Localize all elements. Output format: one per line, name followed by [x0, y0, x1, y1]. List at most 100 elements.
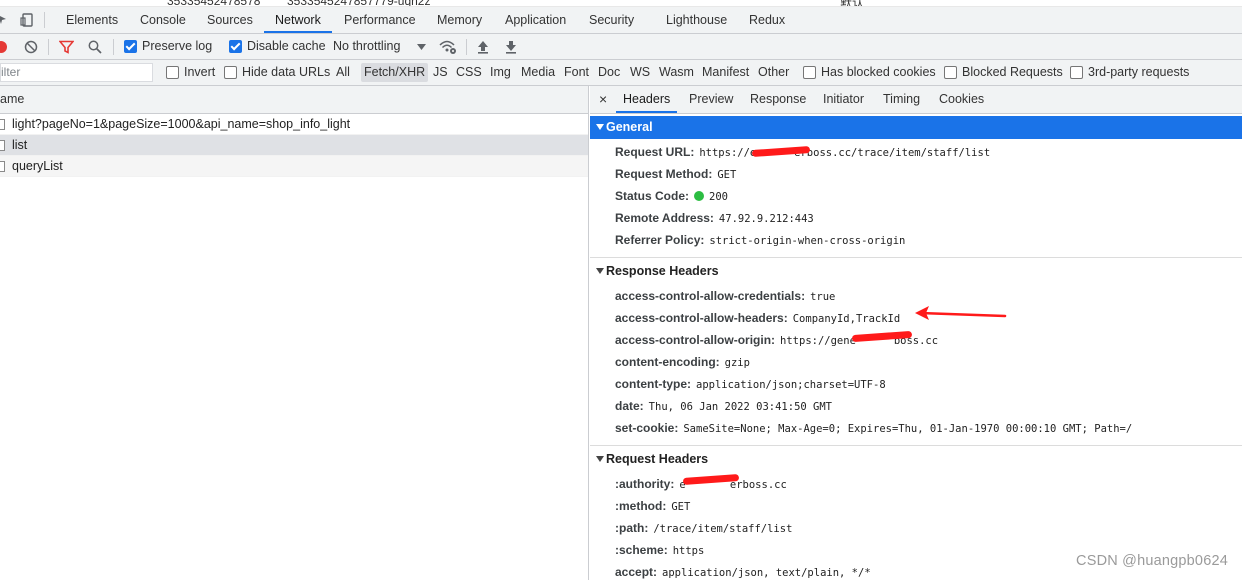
- header-value: /trace/item/staff/list: [653, 523, 793, 535]
- tab-sources[interactable]: Sources: [207, 7, 253, 33]
- type-filter-other[interactable]: Other: [758, 60, 789, 85]
- inspect-element-icon[interactable]: [0, 13, 10, 27]
- top-cell: 35335452478578: [167, 0, 261, 7]
- export-har-icon[interactable]: [505, 40, 517, 54]
- tab-network[interactable]: Network: [264, 7, 332, 33]
- header-value: SameSite=None; Max-Age=0; Expires=Thu, 0…: [683, 423, 1133, 435]
- header-value: strict-origin-when-cross-origin: [709, 235, 906, 247]
- header-value: https://e erboss.cc/trace/item/staff/lis…: [699, 147, 991, 159]
- header-key: Remote Address:: [615, 211, 714, 225]
- header-key: :scheme:: [615, 543, 668, 557]
- request-row-selected[interactable]: list: [0, 135, 588, 156]
- type-filter-js[interactable]: JS: [433, 60, 448, 85]
- disable-cache-checkbox[interactable]: [229, 40, 242, 53]
- type-filter-all[interactable]: All: [336, 60, 350, 85]
- header-row: Status Code: 200: [590, 185, 1242, 207]
- header-value: true: [810, 291, 836, 303]
- type-filter-manifest[interactable]: Manifest: [702, 60, 749, 85]
- type-filter-media[interactable]: Media: [521, 60, 555, 85]
- throttling-select[interactable]: No throttling: [333, 34, 400, 59]
- third-party-requests-label[interactable]: 3rd-party requests: [1088, 60, 1189, 85]
- tab-security[interactable]: Security: [589, 7, 634, 33]
- header-value: Thu, 06 Jan 2022 03:41:50 GMT: [648, 401, 832, 413]
- type-filter-font[interactable]: Font: [564, 60, 589, 85]
- network-conditions-icon[interactable]: [439, 39, 457, 55]
- header-key: set-cookie:: [615, 421, 679, 435]
- expand-triangle-icon: [596, 456, 604, 462]
- tab-lighthouse[interactable]: Lighthouse: [666, 7, 727, 33]
- record-icon[interactable]: [0, 41, 7, 53]
- request-headers-section-header[interactable]: Request Headers: [590, 448, 1242, 471]
- tab-cookies[interactable]: Cookies: [939, 86, 984, 113]
- general-section-header[interactable]: General: [590, 116, 1242, 139]
- request-row[interactable]: light?pageNo=1&pageSize=1000&api_name=sh…: [0, 114, 588, 135]
- header-value: 200: [709, 191, 728, 203]
- tab-initiator[interactable]: Initiator: [823, 86, 864, 113]
- invert-label[interactable]: Invert: [184, 60, 215, 85]
- tab-timing[interactable]: Timing: [883, 86, 920, 113]
- device-toolbar-icon[interactable]: [20, 13, 34, 27]
- request-name: queryList: [12, 159, 63, 173]
- header-value: GET: [717, 169, 737, 181]
- hide-data-urls-label[interactable]: Hide data URLs: [242, 60, 330, 85]
- search-icon[interactable]: [88, 40, 102, 54]
- header-row: content-encoding: gzip: [590, 351, 1242, 373]
- preserve-log-checkbox[interactable]: [124, 40, 137, 53]
- disable-cache-label[interactable]: Disable cache: [247, 34, 326, 59]
- tab-performance[interactable]: Performance: [344, 7, 416, 33]
- clear-icon[interactable]: [24, 40, 38, 54]
- request-details: × Headers Preview Response Initiator Tim…: [590, 86, 1242, 580]
- type-filter-doc[interactable]: Doc: [598, 60, 620, 85]
- import-har-icon[interactable]: [477, 40, 489, 54]
- section-title: General: [606, 120, 653, 134]
- response-headers-section-header[interactable]: Response Headers: [590, 260, 1242, 283]
- request-list: ame light?pageNo=1&pageSize=1000&api_nam…: [0, 86, 589, 580]
- type-filter-wasm[interactable]: Wasm: [659, 60, 694, 85]
- third-party-requests-checkbox[interactable]: [1070, 66, 1083, 79]
- divider: [590, 445, 1242, 446]
- request-name: light?pageNo=1&pageSize=1000&api_name=sh…: [12, 117, 351, 131]
- expand-triangle-icon: [596, 268, 604, 274]
- hide-data-urls-checkbox[interactable]: [224, 66, 237, 79]
- header-key: content-encoding:: [615, 355, 720, 369]
- tab-headers[interactable]: Headers: [616, 86, 678, 113]
- type-filter-fetch-xhr[interactable]: Fetch/XHR: [361, 63, 429, 82]
- header-value: https: [672, 545, 705, 557]
- header-key: Request URL:: [615, 145, 695, 159]
- tab-redux[interactable]: Redux: [749, 7, 785, 33]
- filter-input[interactable]: ilter: [0, 63, 153, 82]
- name-column-header[interactable]: ame: [0, 86, 588, 114]
- filter-bar: ilter Invert Hide data URLs All Fetch/XH…: [0, 60, 1242, 86]
- header-row: Request URL: https://e erboss.cc/trace/it…: [590, 141, 1242, 163]
- divider: [466, 39, 467, 55]
- filter-icon[interactable]: [59, 40, 74, 54]
- top-cell: 默认: [840, 0, 865, 7]
- tab-elements[interactable]: Elements: [66, 7, 118, 33]
- type-filter-ws[interactable]: WS: [630, 60, 650, 85]
- request-row[interactable]: queryList: [0, 156, 588, 177]
- header-key: date:: [615, 399, 644, 413]
- header-key: Request Method:: [615, 167, 713, 181]
- header-row: Remote Address: 47.92.9.212:443: [590, 207, 1242, 229]
- header-key: accept:: [615, 565, 658, 579]
- tab-application[interactable]: Application: [505, 7, 566, 33]
- type-filter-img[interactable]: Img: [490, 60, 511, 85]
- section-title: Response Headers: [606, 264, 719, 278]
- tab-console[interactable]: Console: [140, 7, 186, 33]
- invert-checkbox[interactable]: [166, 66, 179, 79]
- file-icon: [0, 161, 5, 172]
- has-blocked-cookies-checkbox[interactable]: [803, 66, 816, 79]
- has-blocked-cookies-label[interactable]: Has blocked cookies: [821, 60, 936, 85]
- tab-response[interactable]: Response: [750, 86, 806, 113]
- tab-preview[interactable]: Preview: [689, 86, 733, 113]
- blocked-requests-checkbox[interactable]: [944, 66, 957, 79]
- type-filter-css[interactable]: CSS: [456, 60, 482, 85]
- close-icon[interactable]: ×: [599, 86, 607, 113]
- file-icon: [0, 119, 5, 130]
- header-key: access-control-allow-credentials:: [615, 289, 806, 303]
- blocked-requests-label[interactable]: Blocked Requests: [962, 60, 1063, 85]
- tab-memory[interactable]: Memory: [437, 7, 482, 33]
- page-top-strip: 35335452478578 3533545247857779-uqn2z 默认: [0, 0, 1242, 7]
- preserve-log-label[interactable]: Preserve log: [142, 34, 212, 59]
- chevron-down-icon[interactable]: [417, 44, 426, 50]
